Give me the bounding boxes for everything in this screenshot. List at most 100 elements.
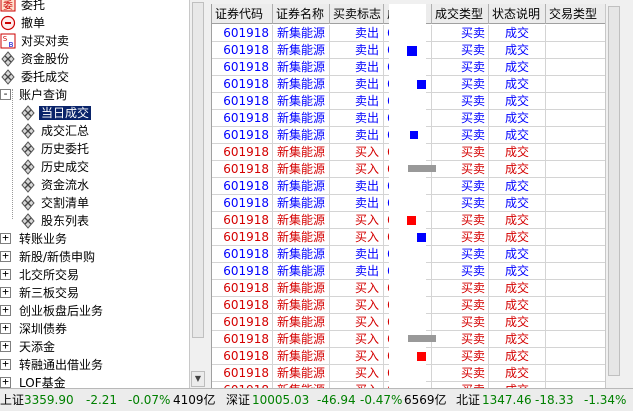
- cell-status: 成交: [489, 25, 546, 42]
- table-row[interactable]: 601918新集能源买入6.买卖成交: [212, 365, 605, 382]
- cell-security-name: 新集能源: [273, 59, 330, 76]
- table-row[interactable]: 601918 新集能源 卖出 6. 买卖 成交: [212, 263, 605, 280]
- tree-item-6[interactable]: 当日成交: [20, 104, 92, 122]
- header-exchange-type[interactable]: 交易类型: [546, 4, 605, 24]
- tree-item-14[interactable]: + 新股/新债申购: [0, 248, 97, 266]
- expand-icon[interactable]: +: [0, 358, 11, 370]
- header-security-name[interactable]: 证券名称: [273, 4, 330, 24]
- expand-icon[interactable]: +: [0, 376, 11, 388]
- cell-security-code: 601918: [212, 161, 273, 178]
- cell-exchange-type: [546, 59, 605, 76]
- tree-item-9[interactable]: 历史成交: [20, 158, 91, 176]
- expand-icon[interactable]: +: [0, 322, 11, 334]
- redaction-mark: [410, 131, 418, 139]
- tree-item-2[interactable]: S B 对买对卖: [0, 32, 71, 50]
- table-row[interactable]: 601918 新集能源 卖出 6. 买卖 成交: [212, 127, 605, 144]
- tree-item-0[interactable]: 委委托: [0, 0, 47, 14]
- header-security-code[interactable]: 证券代码: [212, 4, 273, 24]
- cell-status: 成交: [489, 127, 546, 144]
- cell-status: 成交: [489, 110, 546, 127]
- tree-item-5[interactable]: - 账户查询: [0, 86, 69, 104]
- scroll-down-arrow-icon[interactable]: ▼: [191, 371, 205, 387]
- grid-scrollbar[interactable]: [605, 4, 621, 388]
- header-side[interactable]: 买卖标志: [330, 4, 384, 24]
- tree-item-16[interactable]: + 新三板交易: [0, 284, 81, 302]
- cell-exchange-type: [546, 178, 605, 195]
- sz-change: -46.94: [317, 393, 356, 407]
- tree-scrollbar[interactable]: ▼: [189, 0, 205, 388]
- cell-status: 成交: [489, 314, 546, 331]
- cell-status: 成交: [489, 76, 546, 93]
- expand-icon[interactable]: +: [0, 268, 11, 280]
- expand-icon[interactable]: +: [0, 250, 11, 262]
- cell-trade-type: 买卖: [432, 297, 489, 314]
- diamond-icon: [20, 158, 36, 175]
- function-tree: 委委托撤单 S B 对买对卖 资金股份 委托成交 - 账户查询当日成交成交汇总 历史委托 历史成交…: [0, 0, 189, 388]
- cell-side: 卖出: [330, 263, 384, 280]
- tree-item-17[interactable]: + 创业板盘后业务: [0, 302, 105, 320]
- table-row[interactable]: 601918新集能源买入6.买卖成交: [212, 280, 605, 297]
- cell-side: 卖出: [330, 93, 384, 110]
- collapse-icon[interactable]: -: [0, 88, 11, 100]
- header-status[interactable]: 状态说明: [489, 4, 546, 24]
- cell-trade-type: 买卖: [432, 93, 489, 110]
- tree-item-7[interactable]: 成交汇总: [20, 122, 91, 140]
- sh-index: 3359.90: [24, 393, 74, 407]
- cell-status: 成交: [489, 246, 546, 263]
- tree-item-10[interactable]: 资金流水: [20, 176, 91, 194]
- tree-scrollbar-thumb[interactable]: [192, 2, 204, 338]
- tree-item-13[interactable]: + 转账业务: [0, 230, 69, 248]
- trade-icon: 委: [0, 0, 16, 13]
- tree-item-3[interactable]: 资金股份: [0, 50, 71, 68]
- tree-item-19[interactable]: + 天添金: [0, 338, 57, 356]
- cell-security-name: 新集能源: [273, 42, 330, 59]
- table-row[interactable]: 601918 新集能源 卖出 6. 买卖 成交: [212, 59, 605, 76]
- tree-item-1[interactable]: 撤单: [0, 14, 47, 32]
- tree-item-label: 当日成交: [39, 106, 92, 120]
- cell-security-code: 601918: [212, 195, 273, 212]
- tree-item-20[interactable]: + 转融通出借业务: [0, 356, 105, 374]
- tree-item-label: 天添金: [19, 340, 56, 354]
- table-row[interactable]: 601918 新集能源 卖出 6. 买卖 成交: [212, 93, 605, 110]
- expand-icon[interactable]: +: [0, 232, 11, 244]
- cell-trade-price: 6.: [384, 178, 432, 195]
- tree-item-8[interactable]: 历史委托: [20, 140, 91, 158]
- table-row[interactable]: 601918 新集能源 卖出 6. 买卖 成交: [212, 25, 605, 42]
- sz-label: 深证: [226, 393, 251, 407]
- cell-trade-type: 买卖: [432, 25, 489, 42]
- expand-icon[interactable]: +: [0, 286, 11, 298]
- cell-security-name: 新集能源: [273, 161, 330, 178]
- expand-icon[interactable]: +: [0, 340, 11, 352]
- tree-item-21[interactable]: + LOF基金: [0, 374, 68, 388]
- table-row[interactable]: 601918新集能源买入6.买卖成交: [212, 144, 605, 161]
- cell-trade-price: 6.: [384, 110, 432, 127]
- sz-index: 10005.03: [252, 393, 310, 407]
- cell-status: 成交: [489, 161, 546, 178]
- tree-item-12[interactable]: 股东列表: [20, 212, 91, 230]
- tree-item-label: 撤单: [21, 16, 46, 30]
- header-trade-type[interactable]: 成交类型: [432, 4, 489, 24]
- cell-security-name: 新集能源: [273, 365, 330, 382]
- cell-trade-type: 买卖: [432, 365, 489, 382]
- table-row[interactable]: 601918 新集能源 卖出 6. 买卖 成交: [212, 110, 605, 127]
- cell-exchange-type: [546, 331, 605, 348]
- cell-trade-type: 买卖: [432, 348, 489, 365]
- table-row[interactable]: 601918 新集能源 卖出 6. 买卖 成交: [212, 178, 605, 195]
- tree-item-4[interactable]: 委托成交: [0, 68, 71, 86]
- table-row[interactable]: 601918 新集能源 卖出 6. 买卖 成交: [212, 195, 605, 212]
- tree-item-11[interactable]: 交割清单: [20, 194, 91, 212]
- table-row[interactable]: 601918 新集能源 卖出 6. 买卖 成交: [212, 76, 605, 93]
- tree-item-15[interactable]: + 北交所交易: [0, 266, 81, 284]
- cell-trade-price: 6.: [384, 93, 432, 110]
- table-row[interactable]: 601918新集能源买入6.买卖成交: [212, 348, 605, 365]
- table-row[interactable]: 601918新集能源买入6.买卖成交: [212, 314, 605, 331]
- expand-icon[interactable]: +: [0, 304, 11, 316]
- header-trade-price[interactable]: 成交...: [384, 4, 432, 24]
- grid-scrollbar-thumb[interactable]: [608, 6, 620, 376]
- table-row[interactable]: 601918新集能源买入6.买卖成交: [212, 297, 605, 314]
- diamond-icon: [0, 50, 16, 67]
- tree-item-18[interactable]: + 深圳债券: [0, 320, 69, 338]
- table-row[interactable]: 601918 新集能源 卖出 6. 买卖 成交: [212, 246, 605, 263]
- cell-side: 卖出: [330, 25, 384, 42]
- table-row[interactable]: 601918新集能源买入6.买卖成交: [212, 229, 605, 246]
